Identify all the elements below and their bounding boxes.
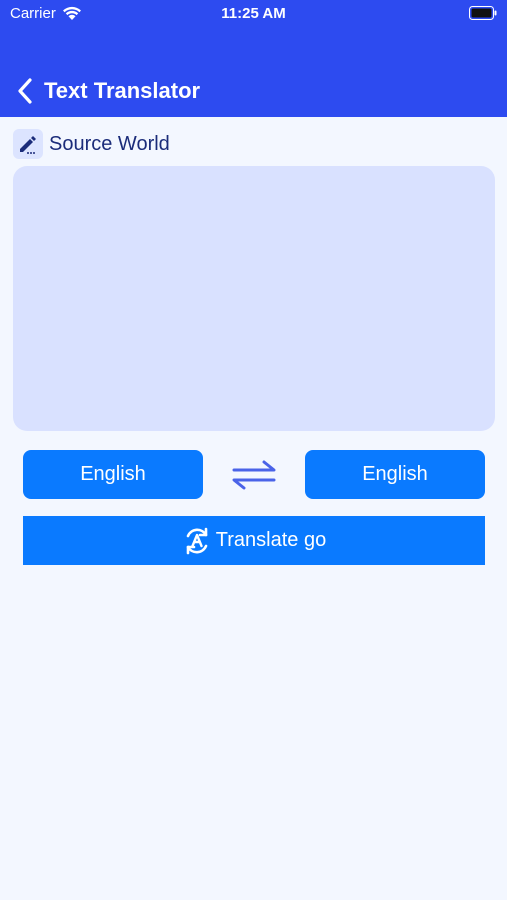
translate-refresh-icon	[186, 527, 208, 554]
battery-icon	[469, 6, 497, 20]
source-label-row: Source World	[13, 129, 170, 159]
status-time: 11:25 AM	[221, 5, 286, 22]
chevron-left-icon[interactable]	[14, 76, 38, 106]
app-header: Carrier 11:25 AM Text Translator	[0, 0, 507, 117]
translate-button-label: Translate go	[215, 529, 327, 551]
status-bar: Carrier 11:25 AM	[0, 0, 507, 30]
pencil-icon	[13, 129, 43, 159]
target-language-button[interactable]: English	[305, 450, 485, 499]
translate-button[interactable]: Translate go	[23, 516, 485, 565]
source-text-input[interactable]	[13, 166, 495, 431]
target-language-label: English	[362, 463, 428, 485]
swap-arrows-icon[interactable]	[230, 456, 278, 494]
source-language-label: English	[80, 463, 146, 485]
source-label: Source World	[49, 132, 170, 155]
page-title: Text Translator	[44, 78, 201, 103]
nav-bar: Text Translator	[0, 70, 507, 112]
source-language-button[interactable]: English	[23, 450, 203, 499]
